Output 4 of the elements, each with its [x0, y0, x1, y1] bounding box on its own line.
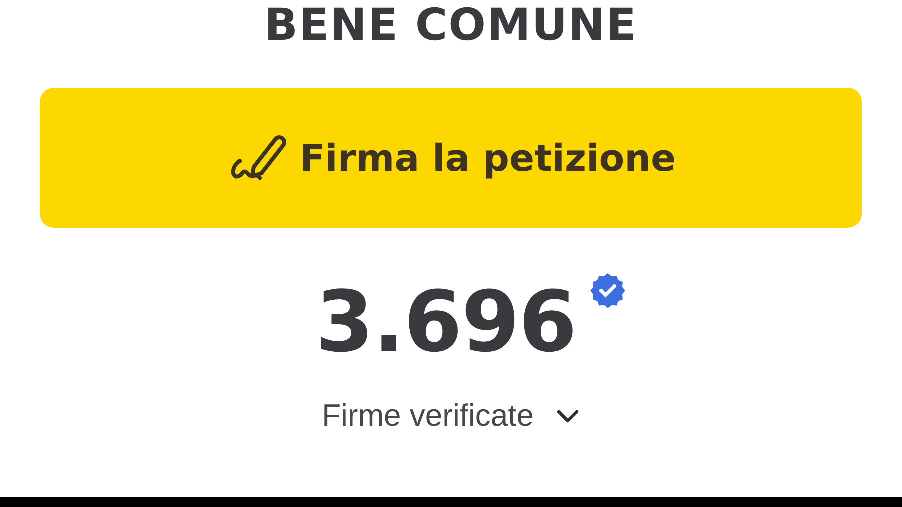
verified-signatures-toggle[interactable]: Firme verificate [322, 398, 580, 434]
sign-petition-button[interactable]: Firma la petizione [40, 88, 862, 228]
signature-count: 3.696 [316, 272, 576, 372]
petition-title: BENE COMUNE [264, 0, 638, 52]
